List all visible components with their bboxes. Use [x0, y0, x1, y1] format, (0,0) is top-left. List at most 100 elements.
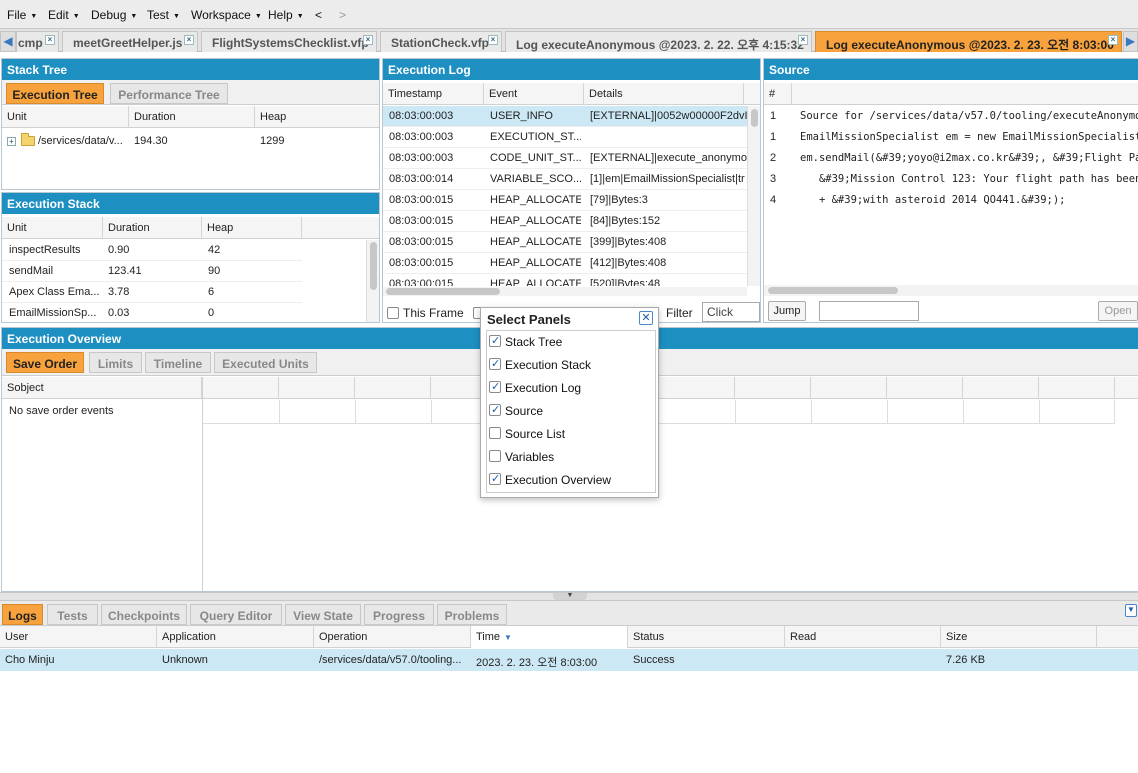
- column-header-details[interactable]: Details: [584, 83, 744, 105]
- column-header-heap[interactable]: Heap: [255, 106, 379, 128]
- menu-debug[interactable]: Debug ▼: [91, 8, 137, 22]
- tab-scroll-left-icon[interactable]: ◀: [0, 31, 16, 52]
- table-row[interactable]: 08:03:00:014 VARIABLE_SCO... [1]|em|EmailM…: [383, 169, 747, 190]
- column-header-line-number[interactable]: #: [764, 83, 792, 105]
- table-row[interactable]: 08:03:00:015 HEAP_ALLOCATE [84]|Bytes:152: [383, 211, 747, 232]
- menu-edit[interactable]: Edit ▼: [48, 8, 80, 22]
- table-row[interactable]: 08:03:00:015 HEAP_ALLOCATE [520]|Bytes:48: [383, 274, 747, 286]
- tab-query-editor[interactable]: Query Editor: [190, 604, 282, 625]
- checkbox[interactable]: [489, 334, 501, 347]
- checkbox[interactable]: [489, 450, 501, 462]
- file-tab-meetgreethelper[interactable]: meetGreetHelper.js ×: [62, 31, 198, 52]
- expand-icon[interactable]: +: [7, 137, 16, 146]
- source-line[interactable]: 4 + &#39;with asteroid 2014 QO441.&#39;)…: [764, 190, 1138, 211]
- file-tab-stationcheck[interactable]: StationCheck.vfp ×: [380, 31, 502, 52]
- menu-workspace[interactable]: Workspace ▼: [191, 8, 262, 22]
- tab-execution-tree[interactable]: Execution Tree: [6, 83, 104, 104]
- column-header-event[interactable]: Event: [484, 83, 584, 105]
- source-line[interactable]: 1 EmailMissionSpecialist em = new EmailMi…: [764, 127, 1138, 148]
- horizontal-scrollbar[interactable]: [764, 285, 1138, 296]
- column-header-status[interactable]: Status: [628, 626, 785, 648]
- checkbox[interactable]: [489, 357, 501, 370]
- collapse-handle-icon[interactable]: ▼: [553, 592, 587, 600]
- close-icon[interactable]: ×: [363, 35, 373, 45]
- forward-button[interactable]: >: [339, 8, 346, 22]
- file-tab-log-0222[interactable]: Log executeAnonymous @2023. 2. 22. 오후 4:…: [505, 31, 812, 52]
- column-header-time[interactable]: Time ▼: [471, 626, 628, 648]
- column-header-operation[interactable]: Operation: [314, 626, 471, 648]
- tab-save-order[interactable]: Save Order: [6, 352, 84, 373]
- jump-button[interactable]: Jump: [768, 301, 806, 321]
- tab-scroll-right-icon[interactable]: ▶: [1123, 31, 1138, 52]
- column-header-user[interactable]: User: [0, 626, 157, 648]
- back-button[interactable]: <: [315, 8, 322, 22]
- tab-performance-tree[interactable]: Performance Tree: [110, 83, 228, 104]
- panel-splitter[interactable]: ▼: [0, 592, 1138, 601]
- tab-problems[interactable]: Problems: [437, 604, 507, 625]
- vertical-scrollbar[interactable]: [366, 240, 379, 322]
- table-row[interactable]: 08:03:00:015 HEAP_ALLOCATE [412]|Bytes:408: [383, 253, 747, 274]
- tab-timeline[interactable]: Timeline: [145, 352, 211, 373]
- tab-executed-units[interactable]: Executed Units: [214, 352, 317, 373]
- panel-option[interactable]: Source List: [487, 423, 655, 446]
- checkbox[interactable]: [489, 427, 501, 439]
- menu-test[interactable]: Test ▼: [147, 8, 180, 22]
- column-header-duration[interactable]: Duration: [103, 217, 202, 239]
- menu-help[interactable]: Help ▼: [268, 8, 304, 22]
- close-icon[interactable]: ×: [184, 35, 194, 45]
- scrollbar-thumb[interactable]: [370, 242, 377, 290]
- source-line[interactable]: 1 Source for /services/data/v57.0/tooling…: [764, 106, 1138, 127]
- panel-option[interactable]: Execution Stack: [487, 354, 655, 377]
- column-header-sobject[interactable]: Sobject: [2, 377, 202, 399]
- overview-divider[interactable]: [202, 377, 203, 591]
- source-line[interactable]: 3 &#39;Mission Control 123: Your flight …: [764, 169, 1138, 190]
- jump-line-input[interactable]: [819, 301, 919, 321]
- table-row[interactable]: 08:03:00:003 EXECUTION_ST...: [383, 127, 747, 148]
- tab-view-state[interactable]: View State: [285, 604, 361, 625]
- file-tab-flightsystemschecklist[interactable]: FlightSystemsChecklist.vfp ×: [201, 31, 377, 52]
- panel-option[interactable]: Stack Tree: [487, 331, 655, 354]
- table-row[interactable]: Cho Minju Unknown /services/data/v57.0/t…: [0, 649, 1138, 671]
- column-header-timestamp[interactable]: Timestamp: [383, 83, 484, 105]
- close-icon[interactable]: ×: [798, 35, 808, 45]
- close-icon[interactable]: ✕: [639, 311, 653, 325]
- horizontal-scrollbar[interactable]: [383, 287, 747, 296]
- close-icon[interactable]: ×: [1108, 35, 1118, 45]
- table-row[interactable]: 08:03:00:003 CODE_UNIT_ST... [EXTERNAL]|ex…: [383, 148, 747, 169]
- filter-input[interactable]: Click here: [702, 302, 760, 322]
- column-header-unit[interactable]: Unit: [2, 217, 103, 239]
- column-header-read[interactable]: Read: [785, 626, 941, 648]
- menu-file[interactable]: File ▼: [7, 8, 37, 22]
- table-row[interactable]: EmailMissionSp... 0.03 0: [2, 303, 302, 322]
- column-header-application[interactable]: Application: [157, 626, 314, 648]
- tab-limits[interactable]: Limits: [89, 352, 142, 373]
- checkbox[interactable]: [489, 380, 501, 393]
- scrollbar-thumb[interactable]: [386, 288, 500, 295]
- column-header-heap[interactable]: Heap: [202, 217, 302, 239]
- scrollbar-thumb[interactable]: [751, 109, 758, 127]
- column-header-size[interactable]: Size: [941, 626, 1097, 648]
- collapse-panel-icon[interactable]: ▼: [1125, 604, 1137, 617]
- panel-option[interactable]: Source: [487, 400, 655, 423]
- checkbox[interactable]: [489, 472, 501, 485]
- table-row[interactable]: 08:03:00:015 HEAP_ALLOCATE [79]|Bytes:3: [383, 190, 747, 211]
- column-header-duration[interactable]: Duration: [129, 106, 255, 128]
- table-row[interactable]: 08:03:00:015 HEAP_ALLOCATE [399]|Bytes:408: [383, 232, 747, 253]
- column-header-unit[interactable]: Unit: [2, 106, 129, 128]
- table-row[interactable]: 08:03:00:003 USER_INFO [EXTERNAL]|0052w000…: [383, 106, 747, 127]
- file-tab-log-0223[interactable]: Log executeAnonymous @2023. 2. 23. 오전 8:…: [815, 31, 1122, 52]
- panel-option[interactable]: Variables: [487, 446, 655, 469]
- close-icon[interactable]: ×: [488, 35, 498, 45]
- scrollbar-thumb[interactable]: [768, 287, 898, 294]
- table-row[interactable]: Apex Class Ema... 3.78 6: [2, 282, 302, 303]
- vertical-scrollbar[interactable]: [747, 106, 760, 286]
- table-row[interactable]: inspectResults 0.90 42: [2, 240, 302, 261]
- file-tab-cmp[interactable]: cmp ×: [16, 31, 59, 52]
- tab-logs[interactable]: Logs: [2, 604, 43, 625]
- tab-tests[interactable]: Tests: [47, 604, 98, 625]
- source-line[interactable]: 2 em.sendMail(&#39;yoyo@i2max.co.kr&#39;,…: [764, 148, 1138, 169]
- panel-option[interactable]: Execution Log: [487, 377, 655, 400]
- table-row[interactable]: sendMail 123.41 90: [2, 261, 302, 282]
- tab-checkpoints[interactable]: Checkpoints: [101, 604, 187, 625]
- checkbox[interactable]: [489, 403, 501, 416]
